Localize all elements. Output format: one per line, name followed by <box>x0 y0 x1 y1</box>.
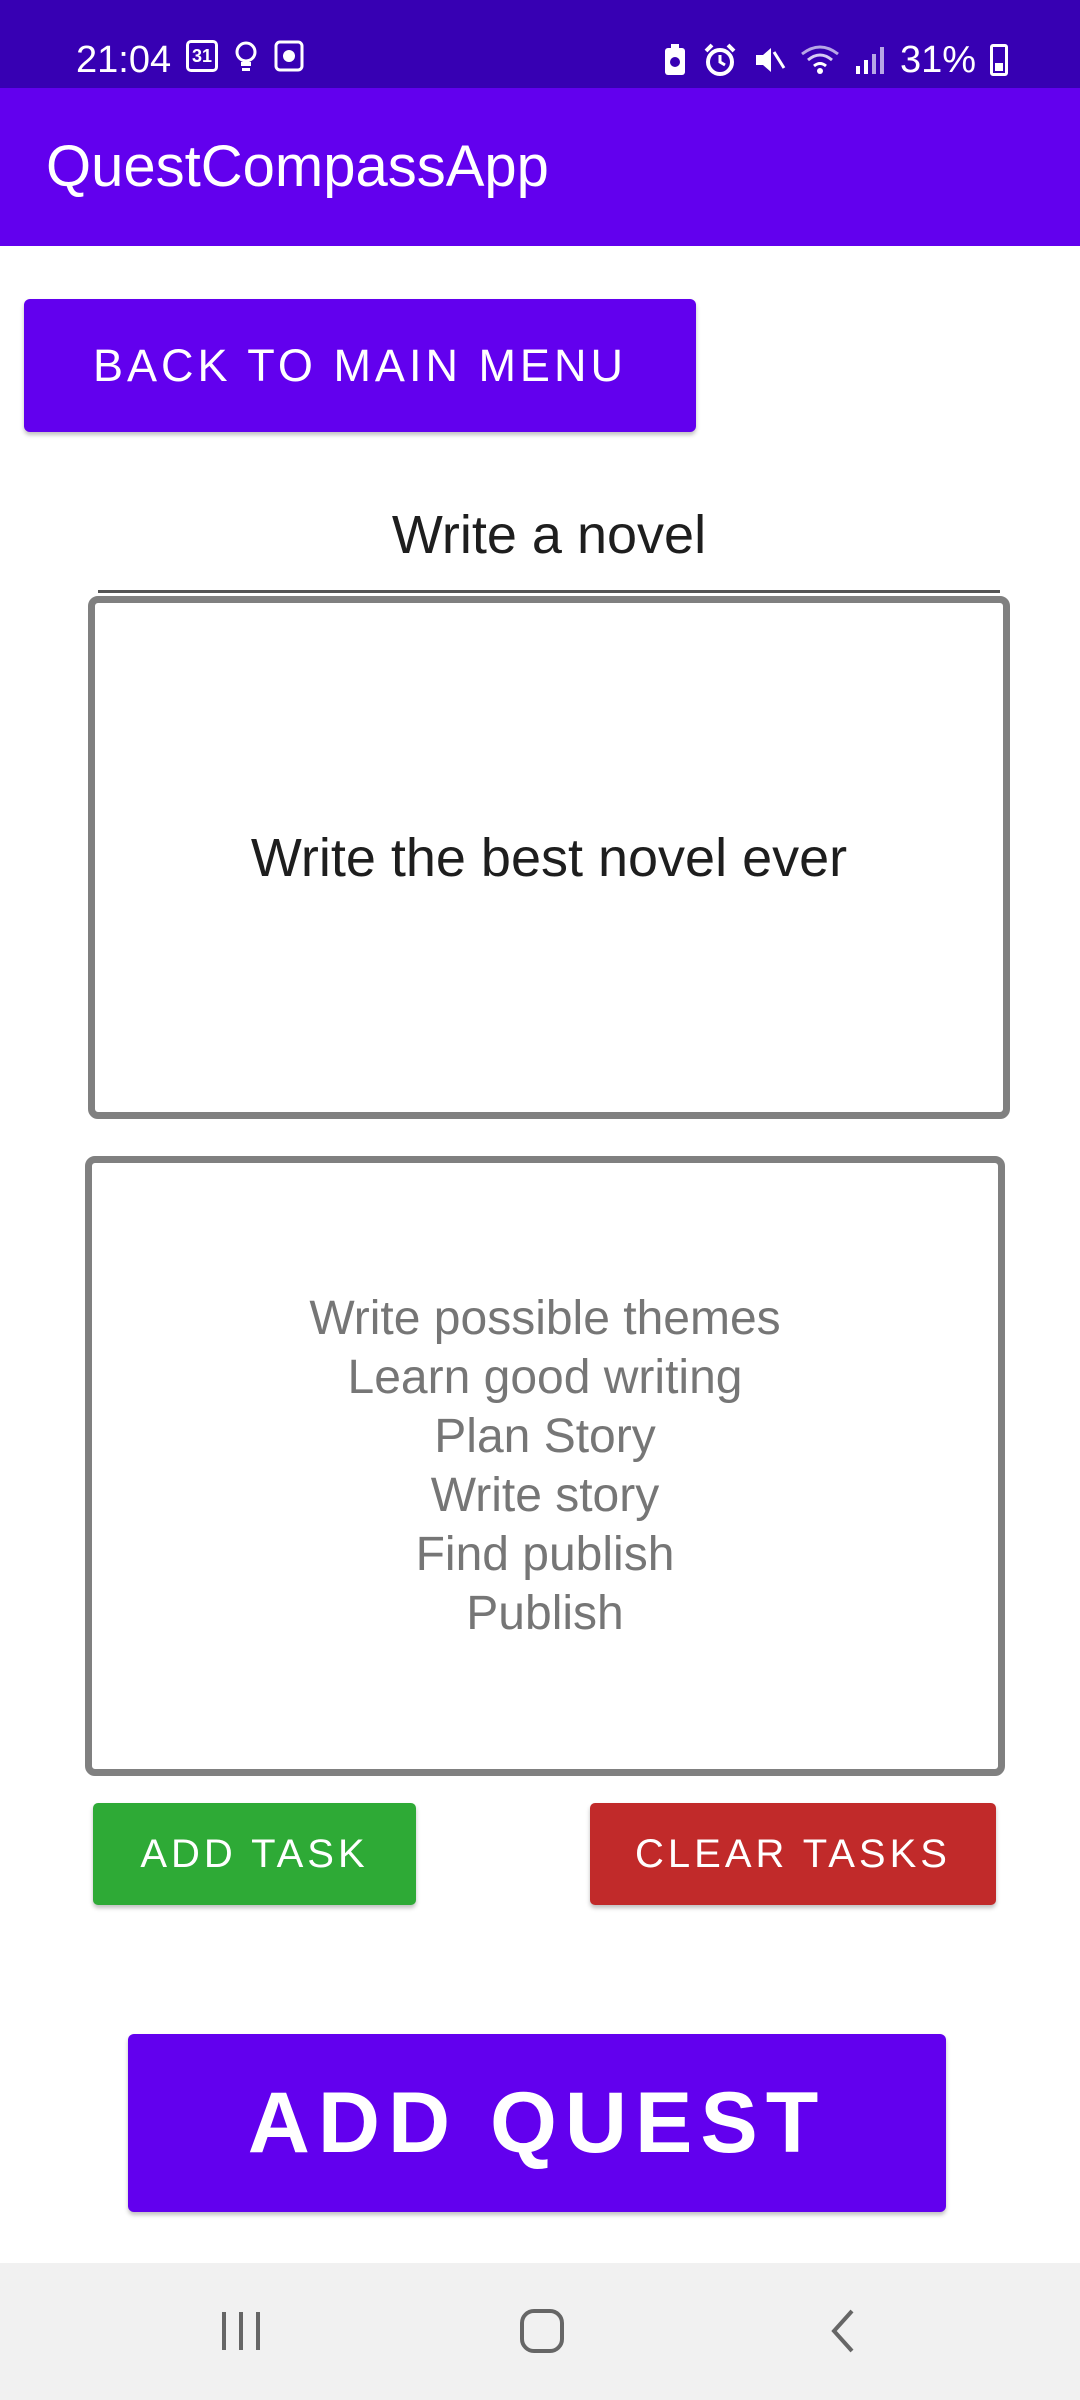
quest-title-field[interactable]: Write a novel <box>0 502 1080 568</box>
system-navigation-bar <box>0 2263 1080 2400</box>
task-list-box: Write possible themes Learn good writing… <box>85 1156 1005 1776</box>
battery-icon <box>990 44 1008 76</box>
home-button[interactable] <box>507 2303 577 2359</box>
back-icon <box>831 2309 854 2353</box>
calendar-icon: 31 <box>186 40 218 72</box>
quest-description-text: Write the best novel ever <box>250 827 848 888</box>
wifi-icon <box>801 45 839 74</box>
recent-apps-button[interactable] <box>206 2303 276 2359</box>
status-system-icons: 31% <box>662 36 1008 84</box>
quest-title-underline <box>98 590 1000 593</box>
task-item: Write story <box>430 1469 660 1522</box>
task-item: Learn good writing <box>347 1351 743 1404</box>
status-bar: 21:04 31 31% <box>0 0 1080 88</box>
task-list: Write possible themes Learn good writing… <box>309 1289 780 1643</box>
status-notification-icons: 31 <box>186 40 304 74</box>
lightbulb-icon <box>235 41 257 71</box>
back-button[interactable] <box>809 2303 879 2359</box>
app-notification-icon <box>274 40 304 72</box>
home-icon <box>520 2309 564 2353</box>
mute-icon <box>755 48 786 72</box>
app-bar: QuestCompassApp <box>0 88 1080 246</box>
task-item: Find publish <box>415 1528 675 1581</box>
add-task-button[interactable]: ADD TASK <box>93 1803 416 1905</box>
task-item: Write possible themes <box>309 1292 781 1345</box>
signal-icon <box>855 47 884 74</box>
app-title: QuestCompassApp <box>46 134 549 199</box>
clear-tasks-button[interactable]: CLEAR TASKS <box>590 1803 996 1905</box>
status-time: 21:04 <box>76 39 172 81</box>
task-item: Plan Story <box>434 1410 656 1463</box>
battery-saver-icon <box>664 44 685 75</box>
quest-description-box[interactable]: Write the best novel ever <box>88 596 1010 1119</box>
alarm-icon <box>704 43 736 76</box>
back-to-main-menu-button[interactable]: BACK TO MAIN MENU <box>24 299 696 432</box>
task-item: Publish <box>466 1587 624 1640</box>
recent-apps-icon <box>222 2312 260 2350</box>
add-quest-button[interactable]: ADD QUEST <box>128 2034 946 2212</box>
battery-percent: 31% <box>899 39 976 81</box>
